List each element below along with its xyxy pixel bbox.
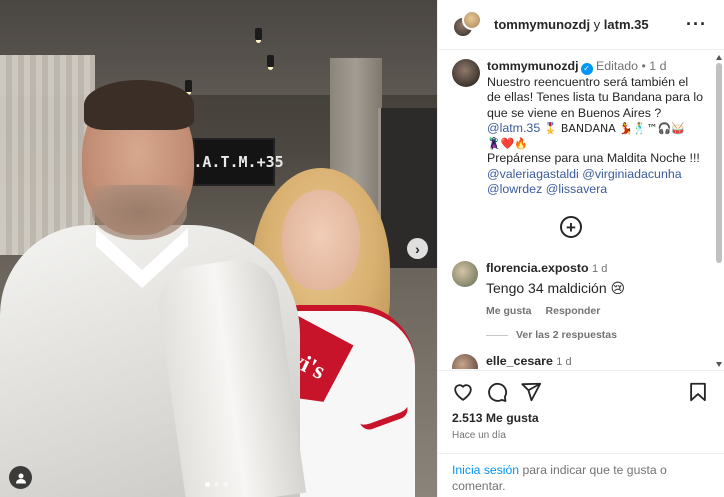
login-prompt: Inicia sesión para indicar que te gusta …	[438, 453, 724, 494]
comment-like-button[interactable]: Me gusta	[486, 304, 532, 320]
comment-actions: Me gusta Responder	[486, 304, 625, 320]
comment-reply-button[interactable]: Responder	[546, 304, 601, 320]
scroll-down-icon[interactable]	[716, 362, 722, 367]
comment-body: florencia.exposto 1 d Tengo 34 maldición…	[486, 261, 625, 319]
mention-link[interactable]: @virginiadacunha	[582, 167, 681, 181]
post-header: tommymunozdj y latm.35 ···	[438, 0, 724, 50]
plus-circle-icon[interactable]: +	[560, 216, 582, 238]
caption-text: Nuestro reencuentro será también el de e…	[487, 75, 704, 120]
man-hair	[84, 80, 194, 130]
caption-emoji-text: 🎖️ BANDANA 💃🕺™🎧🥁	[543, 121, 686, 135]
view-replies-label[interactable]: Ver las 2 respuestas	[516, 329, 617, 341]
comments-scroll-area[interactable]: tommymunozdj ✓ Editado • 1 d Nuestro reen…	[438, 51, 724, 369]
comment-text: Tengo 34 maldición 😢	[486, 279, 626, 296]
authors-separator: y	[590, 17, 604, 32]
likes-count[interactable]: 2.513 Me gusta	[452, 411, 539, 425]
carousel-dot	[223, 482, 228, 487]
carousel-dots	[205, 482, 228, 487]
more-horizontal-icon[interactable]: ···	[686, 15, 707, 33]
avatar[interactable]	[452, 59, 480, 87]
send-icon[interactable]	[520, 381, 542, 403]
scroll-up-icon[interactable]	[716, 55, 722, 60]
mention-link[interactable]: @lissavera	[546, 182, 607, 196]
post-authors: tommymunozdj y latm.35	[494, 17, 649, 32]
author-link[interactable]: latm.35	[604, 17, 649, 32]
caption-emojis: 🦹‍♂️❤️🔥	[487, 137, 529, 151]
post-side-panel: tommymunozdj y latm.35 ··· tommymunozdj ✓…	[437, 0, 724, 497]
verified-icon: ✓	[580, 63, 593, 75]
post-time[interactable]: Hace un día	[452, 430, 506, 441]
woman-face	[282, 190, 360, 290]
replies-divider	[486, 334, 508, 336]
comment-icon[interactable]	[486, 381, 508, 403]
scrollbar[interactable]	[716, 55, 722, 367]
comment-item: elle_cesare 1 d	[452, 354, 692, 369]
carousel-dot-active	[205, 482, 210, 487]
man-beard	[92, 185, 187, 240]
caption-body: tommymunozdj ✓ Editado • 1 d Nuestro reen…	[487, 59, 704, 197]
comment-body: elle_cesare 1 d	[486, 354, 572, 369]
comment-username[interactable]: florencia.exposto	[486, 261, 589, 275]
caption-username[interactable]: tommymunozdj	[487, 59, 579, 73]
mention-link[interactable]: @lowrdez	[487, 182, 542, 196]
edited-label: Editado	[596, 59, 639, 73]
mention-link[interactable]: @latm.35	[487, 121, 540, 135]
scrollbar-thumb[interactable]	[716, 63, 722, 263]
mention-link[interactable]: @valeriagastaldi	[487, 167, 579, 181]
author-link[interactable]: tommymunozdj	[494, 17, 590, 32]
user-icon[interactable]	[9, 466, 32, 489]
avatar[interactable]	[452, 354, 478, 369]
post-actions: 2.513 Me gusta Hace un día Inicia sesión…	[438, 370, 724, 497]
action-icons	[452, 381, 542, 403]
avatar[interactable]	[452, 261, 478, 287]
view-replies-button[interactable]: Ver las 2 respuestas	[486, 329, 617, 341]
comment-time[interactable]: 1 d	[592, 263, 607, 275]
collab-avatars[interactable]	[452, 9, 482, 40]
chevron-right-icon[interactable]: ›	[407, 238, 428, 259]
login-link[interactable]: Inicia sesión	[452, 463, 519, 477]
comment-item: florencia.exposto 1 d Tengo 34 maldición…	[452, 261, 692, 319]
heart-icon[interactable]	[452, 381, 474, 403]
carousel-dot	[214, 482, 219, 487]
ceiling-lamp	[185, 80, 192, 95]
ceiling-lamp	[267, 55, 274, 70]
comment-username[interactable]: elle_cesare	[486, 354, 553, 368]
avatar[interactable]	[462, 9, 482, 30]
dot-separator: •	[638, 59, 650, 73]
tv-text: L.A.T.M.+35	[184, 153, 284, 171]
comment-time[interactable]: 1 d	[556, 356, 571, 368]
caption-time[interactable]: 1 d	[649, 59, 666, 73]
post-photo[interactable]: L.A.T.M.+35 Levi's ›	[0, 0, 437, 497]
bookmark-icon[interactable]	[687, 381, 709, 403]
post-caption: tommymunozdj ✓ Editado • 1 d Nuestro reen…	[452, 59, 704, 197]
tv-screen: L.A.T.M.+35	[184, 138, 284, 186]
ceiling-lamp	[255, 28, 262, 43]
caption-text: Prepárense para una Maldita Noche !!!	[487, 151, 700, 166]
